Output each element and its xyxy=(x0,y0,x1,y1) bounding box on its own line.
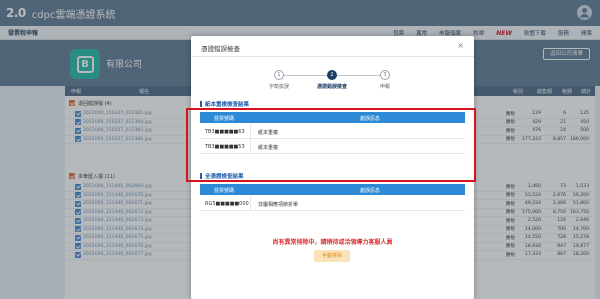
dialog-title: 憑證錯誤檢查 xyxy=(201,45,240,53)
highlight-frame xyxy=(186,108,476,182)
paper-duplicate-section-title: 紙本重複檢查結果 xyxy=(200,100,249,108)
error-message: 非屬相應項節折單 xyxy=(258,202,299,208)
col-error-message: 錯誤訊息 xyxy=(360,188,381,194)
cell-divider xyxy=(250,196,251,211)
step-3-label: 申報 xyxy=(379,84,390,90)
section-title-text: 紙本重複檢查結果 xyxy=(205,102,250,108)
step-1-dot: 1 xyxy=(274,70,284,80)
step-3-dot: 3 xyxy=(380,70,390,80)
error-notice: 尚有異常排除中，請稍待或洽領導力客服人員 xyxy=(272,239,393,246)
manual-resolve-button[interactable]: 手動排除 xyxy=(314,250,350,262)
invoice-number: RG5■■■■■000 xyxy=(205,201,249,207)
step-2-dot: 2 xyxy=(327,70,337,80)
table-row: RG5■■■■■000 非屬相應項節折單 xyxy=(200,196,465,211)
close-icon[interactable]: × xyxy=(457,41,464,50)
dialog-divider xyxy=(191,56,474,57)
section-marker xyxy=(200,101,202,107)
step-2-label: 憑證錯誤檢查 xyxy=(316,84,347,90)
step-1-label: 字軌檢誤 xyxy=(268,84,289,90)
full-check-table-header: 發票號碼 錯誤訊息 xyxy=(200,184,465,195)
col-invoice-number: 發票號碼 xyxy=(214,188,235,194)
